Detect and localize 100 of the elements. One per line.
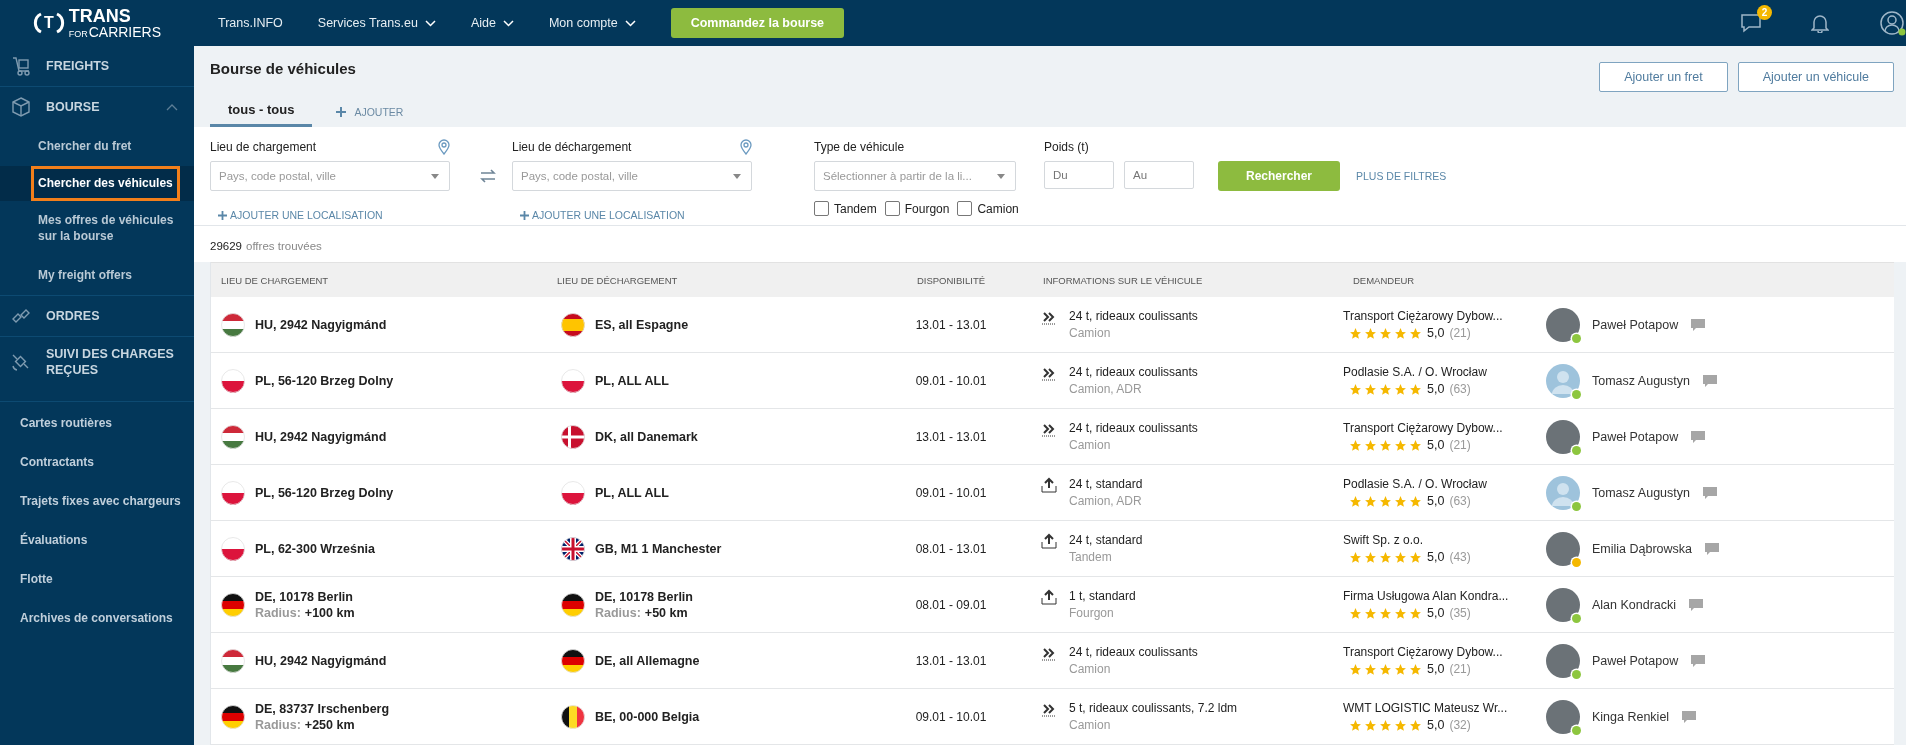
add-button[interactable]: Ajouter un véhicule xyxy=(1737,62,1894,92)
field-label: Poids (t) xyxy=(1044,139,1090,155)
chat-bubble-icon[interactable] xyxy=(1701,373,1718,388)
sidebar-link[interactable]: Archives de conversations xyxy=(20,609,194,628)
company-name: Podlasie S.A. / O. Wrocław xyxy=(1343,475,1488,493)
sidebar-link[interactable]: Flotte xyxy=(20,570,194,589)
rating-value: 5,0 xyxy=(1427,716,1445,734)
contact-name[interactable]: Tomasz Augustyn xyxy=(1592,485,1690,500)
sidebar-section[interactable]: BOURSE xyxy=(0,87,194,127)
location-text: ES, all Espagne xyxy=(595,316,689,333)
rating-value: 5,0 xyxy=(1427,604,1445,622)
chat-bubble-icon[interactable] xyxy=(1704,541,1721,556)
more-filters-link[interactable]: PLUS DE FILTRES xyxy=(1356,170,1447,182)
checkbox[interactable] xyxy=(957,201,973,216)
company-name: WMT LOGISTIC Mateusz Wr... xyxy=(1343,699,1509,717)
contact-name[interactable]: Kinga Renkiel xyxy=(1592,709,1670,724)
sidebar-link[interactable]: Évaluations xyxy=(20,531,194,550)
star-icon xyxy=(1379,494,1392,508)
location-text: BE, 00-000 Belgia xyxy=(595,708,700,725)
vehicle-info: 24 t, standard xyxy=(1069,531,1143,549)
weight-to-field[interactable]: Au xyxy=(1124,161,1194,189)
user-icon[interactable] xyxy=(1878,9,1906,37)
star-icon xyxy=(1364,718,1377,732)
location-text: HU, 2942 Nagyigmánd xyxy=(255,316,387,333)
location-pin-icon[interactable] xyxy=(438,139,450,155)
nav-menu-item[interactable]: Aide xyxy=(470,16,514,30)
radius-value: +250 km xyxy=(304,716,355,733)
sidebar-section[interactable]: ORDRES xyxy=(0,296,194,336)
sidebar-item[interactable]: Mes offres de véhicules sur la bourse xyxy=(38,204,188,253)
contact-name[interactable]: Paweł Potapow xyxy=(1592,429,1679,444)
vehicle-info: 1 t, standard xyxy=(1069,587,1136,605)
contact-name[interactable]: Alan Kondracki xyxy=(1592,597,1677,612)
vehicle-type: Camion xyxy=(1069,660,1112,678)
location-text: HU, 2942 Nagyigmánd xyxy=(255,428,387,445)
logo-tagline-small: FOR xyxy=(68,30,88,39)
company-name: Swift Sp. z o.o. xyxy=(1343,531,1425,549)
checkbox[interactable] xyxy=(884,201,900,216)
add-location-link[interactable]: AJOUTER UNE LOCALISATION xyxy=(210,209,383,221)
bell-icon[interactable] xyxy=(1811,13,1829,33)
date-range: 09.01 - 10.01 xyxy=(915,485,987,500)
nav-menu-item[interactable]: Trans.INFO xyxy=(218,16,283,30)
column-header: DEMANDEUR xyxy=(1352,274,1416,286)
rating-value: 5,0 xyxy=(1427,660,1445,678)
star-icon xyxy=(1394,606,1407,620)
company-name: Transport Ciężarowy Dybow... xyxy=(1343,643,1504,661)
caret-icon[interactable] xyxy=(424,19,436,27)
contact-name[interactable]: Emilia Dąbrowska xyxy=(1592,541,1693,556)
radius-label: Radius: xyxy=(255,604,301,621)
column-header: LIEU DE CHARGEMENT xyxy=(220,274,330,286)
chat-bubble-icon[interactable] xyxy=(1701,485,1718,500)
review-count: (35) xyxy=(1449,604,1471,622)
chat-bubble-icon[interactable] xyxy=(1690,317,1707,332)
caret-icon[interactable] xyxy=(624,19,636,27)
sidebar-link[interactable]: Trajets fixes avec chargeurs xyxy=(20,492,194,511)
star-icon xyxy=(1364,606,1377,620)
chevron-icon[interactable] xyxy=(166,103,178,111)
star-icon xyxy=(1349,662,1362,676)
add-location-link[interactable]: AJOUTER UNE LOCALISATION xyxy=(512,209,685,221)
checkbox-label: Fourgon xyxy=(904,201,950,216)
sidebar-item[interactable]: My freight offers xyxy=(38,260,188,291)
chat-bubble-icon[interactable] xyxy=(1690,429,1707,444)
sidebar-item[interactable]: Chercher du fret xyxy=(38,131,188,162)
chat-bubble-icon[interactable] xyxy=(1690,653,1707,668)
notification-badge: 2 xyxy=(1757,5,1772,20)
nav-menu-item[interactable]: Services Trans.eu xyxy=(317,16,436,30)
location-pin-icon[interactable] xyxy=(740,139,752,155)
radius-label: Radius: xyxy=(255,716,301,733)
nav-menu-item[interactable]: Mon compte xyxy=(548,16,636,30)
page-title: Bourse de véhicules xyxy=(210,60,356,77)
contact-name[interactable]: Paweł Potapow xyxy=(1592,653,1679,668)
location-text: HU, 2942 Nagyigmánd xyxy=(255,652,387,669)
plus-icon xyxy=(336,106,347,117)
sidebar-section[interactable]: SUIVI DES CHARGES REÇUES xyxy=(0,337,194,387)
review-count: (63) xyxy=(1449,380,1471,398)
company-name: Transport Ciężarowy Dybow... xyxy=(1343,419,1504,437)
swap-icon[interactable] xyxy=(480,169,496,183)
weight-from-field[interactable]: Du xyxy=(1044,161,1114,189)
star-icon xyxy=(1409,326,1422,340)
location-text: DE, 10178 Berlin xyxy=(255,588,354,605)
vehicle-info: 24 t, rideaux coulissants xyxy=(1069,643,1198,661)
location-text: DE, all Allemagne xyxy=(595,652,700,669)
contact-name[interactable]: Tomasz Augustyn xyxy=(1592,373,1690,388)
chat-bubble-icon[interactable] xyxy=(1681,709,1698,724)
location-text: PL, 62-300 Września xyxy=(255,540,375,557)
chat-icon[interactable] xyxy=(1740,13,1762,33)
sidebar-link[interactable]: Cartes routières xyxy=(20,414,194,433)
add-button[interactable]: Ajouter un fret xyxy=(1599,62,1728,92)
star-icon xyxy=(1394,326,1407,340)
star-icon xyxy=(1394,438,1407,452)
checkbox[interactable] xyxy=(814,201,829,216)
field-label: Lieu de déchargement xyxy=(512,139,632,155)
sidebar-link[interactable]: Contractants xyxy=(20,453,194,472)
vehicle-type: Camion xyxy=(1069,716,1112,734)
star-icon xyxy=(1364,494,1377,508)
results-label: offres trouvées xyxy=(246,240,322,252)
chat-bubble-icon[interactable] xyxy=(1688,597,1705,612)
star-icon xyxy=(1349,326,1362,340)
sidebar-section[interactable]: FREIGHTS xyxy=(0,46,194,86)
contact-name[interactable]: Paweł Potapow xyxy=(1592,317,1679,332)
caret-icon[interactable] xyxy=(502,19,514,27)
